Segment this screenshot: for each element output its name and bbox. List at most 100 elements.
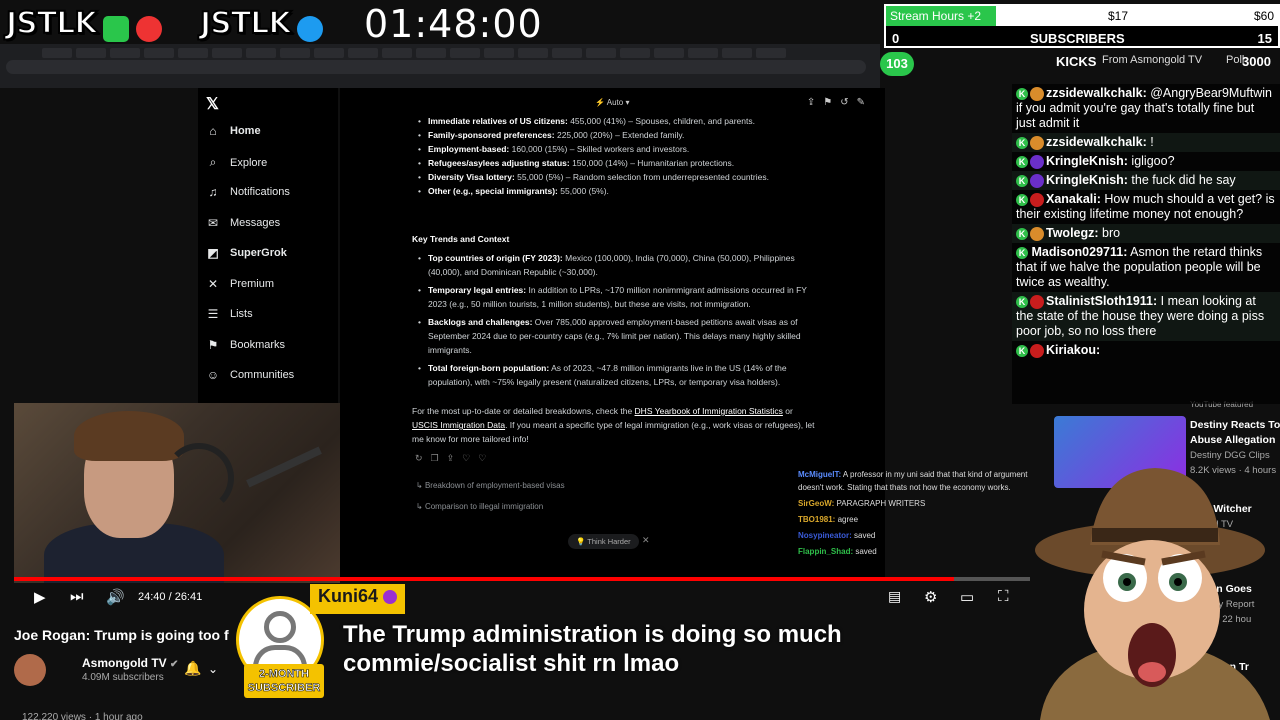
channel-avatar[interactable] xyxy=(14,654,46,686)
chat-text: ! xyxy=(1146,135,1154,149)
chat-username[interactable]: Xanakali: xyxy=(1046,192,1101,206)
embedded-chat-message: McMiguelT: A professor in my uni said th… xyxy=(798,470,1028,492)
grok-toolbar-icons[interactable]: ⇪⚑↺✎ xyxy=(807,97,873,108)
microphone-arm xyxy=(246,446,322,488)
video-title: Joe Rogan: Trump is going too f xyxy=(14,627,229,643)
volume-icon[interactable]: 🔊 xyxy=(106,588,125,606)
address-bar[interactable] xyxy=(6,60,866,74)
channel-name[interactable]: Asmongold TV ✔ xyxy=(82,656,178,670)
alert-username: Kuni64 xyxy=(310,584,406,614)
chat-message: K StalinistSloth1911: I mean looking at t… xyxy=(1012,292,1280,341)
next-button[interactable]: ⏭ xyxy=(70,588,84,605)
user-badge-icon xyxy=(1030,135,1044,150)
chat-message: K Twolegz: bro xyxy=(1012,224,1280,243)
stream-hours-bar: Stream Hours +2 xyxy=(886,6,996,26)
time-display: 24:40 / 26:41 xyxy=(138,591,203,603)
think-harder-button[interactable]: 💡 Think Harder xyxy=(568,534,639,549)
user-badge-icon xyxy=(1030,192,1044,207)
sidebar-item-supergrok[interactable]: ◩ SuperGrok xyxy=(206,246,287,260)
kick-icon: K xyxy=(1016,246,1028,259)
grok-icon: ◩ xyxy=(207,246,219,260)
search-icon: ⌕ xyxy=(209,155,217,169)
twitter-icon xyxy=(297,15,324,42)
alert-message: The Trump administration is doing so muc… xyxy=(343,621,842,677)
chat-username[interactable]: KringleKnish: xyxy=(1046,154,1128,168)
detective-mascot xyxy=(1035,468,1270,720)
kick-icon: K xyxy=(1016,193,1028,206)
chat-username[interactable]: Kiriakou: xyxy=(1046,343,1100,357)
list-item: Diversity Visa lottery: 55,000 (5%) – Ra… xyxy=(418,170,852,184)
chat-overlay: Kzzsidewalkchalk: @AngryBear9Muftwin if … xyxy=(1012,84,1280,404)
chat-username[interactable]: StalinistSloth1911: xyxy=(1046,294,1157,308)
dhs-link[interactable]: DHS Yearbook of Immigration Statistics xyxy=(635,406,783,416)
response-actions[interactable]: ↻❐⇪♡♡ xyxy=(415,453,494,464)
sidebar-item-explore[interactable]: ⌕ Explore xyxy=(206,155,268,170)
chat-username[interactable]: KringleKnish: xyxy=(1046,173,1128,187)
model-selector[interactable]: ⚡ Auto ▾ xyxy=(595,98,629,107)
jstlk-logo-left: JSTLK xyxy=(5,5,162,42)
theater-mode-icon[interactable]: ▭ xyxy=(960,588,974,606)
kick-icon: K xyxy=(1016,227,1028,240)
list-icon: ☰ xyxy=(207,307,219,321)
kick-icon: K xyxy=(1016,136,1028,149)
chat-username[interactable]: zzsidewalkchalk: xyxy=(1046,86,1147,100)
kick-icon: K xyxy=(1016,295,1028,308)
sidebar-item-notifications[interactable]: ♫ Notifications xyxy=(206,185,290,199)
list-item: Employment-based: 160,000 (15%) – Skille… xyxy=(418,142,852,156)
video-progress-bar[interactable] xyxy=(14,577,1030,581)
kicks-value: 3000 xyxy=(1242,54,1271,69)
headset xyxy=(164,443,234,513)
chat-message: K Madison029711: Asmon the retard thinks… xyxy=(1012,243,1280,292)
trends-list: Top countries of origin (FY 2023): Mexic… xyxy=(412,251,812,393)
chat-message: Kzzsidewalkchalk: @AngryBear9Muftwin if … xyxy=(1012,84,1280,133)
sidebar-item-communities[interactable]: ☺ Communities xyxy=(206,368,294,382)
home-icon: ⌂ xyxy=(209,124,217,138)
close-icon[interactable]: ✕ xyxy=(642,535,650,546)
fullscreen-icon[interactable]: ⛶ xyxy=(998,588,1009,605)
kicks-label: KICKS xyxy=(1056,54,1097,69)
chevron-down-icon[interactable]: ⌄ xyxy=(208,662,218,676)
mail-icon: ✉ xyxy=(207,216,219,230)
kick-icon: K xyxy=(1016,344,1028,357)
play-button[interactable]: ▶ xyxy=(34,588,46,606)
embedded-chat-message: SirGeoW: PARAGRAPH WRITERS xyxy=(798,499,926,508)
sidebar-item-messages[interactable]: ✉ Messages xyxy=(206,216,280,230)
user-badge-icon xyxy=(1030,86,1044,101)
user-badge-icon xyxy=(1030,173,1044,188)
settings-gear-icon[interactable]: ⚙ xyxy=(924,588,937,606)
sidebar-item-lists[interactable]: ☰ Lists xyxy=(206,307,253,321)
chat-username[interactable]: Madison029711: xyxy=(1031,245,1127,259)
view-count: 122,220 views · 1 hour ago xyxy=(22,712,143,720)
x-sidebar: 𝕏 ⌂ Home ⌕ Explore ♫ Notifications ✉ Message… xyxy=(198,88,338,403)
jstlk-logo-right: JSTLK xyxy=(199,5,324,42)
stream-timer: 01:48:00 xyxy=(364,2,543,46)
suggestion-1[interactable]: ↳ Breakdown of employment-based visas xyxy=(416,481,565,490)
uscis-link[interactable]: USCIS Immigration Data xyxy=(412,420,505,430)
immigration-category-list: Immediate relatives of US citizens: 455,… xyxy=(412,114,852,198)
verified-icon: ✔ xyxy=(170,659,179,670)
sidebar-item-bookmarks[interactable]: ⚑ Bookmarks xyxy=(206,338,285,352)
embedded-chat-message: Nosypineator: saved xyxy=(798,531,876,540)
kick-icon: K xyxy=(1016,155,1028,168)
progress-fill xyxy=(14,577,954,581)
notification-bell-icon[interactable]: 🔔 xyxy=(184,660,201,677)
list-item: Total foreign-born population: As of 202… xyxy=(418,361,812,389)
kick-icon: K xyxy=(1016,174,1028,187)
suggestion-2[interactable]: ↳ Comparison to illegal immigration xyxy=(416,502,543,511)
chat-username[interactable]: zzsidewalkchalk: xyxy=(1046,135,1147,149)
sidebar-item-premium[interactable]: ✕ Premium xyxy=(206,277,274,291)
browser-tab-strip xyxy=(0,44,880,88)
sidebar-item-home[interactable]: ⌂ Home xyxy=(206,124,260,138)
sub-badge-icon xyxy=(383,590,398,605)
communities-icon: ☺ xyxy=(206,368,220,382)
user-badge-icon xyxy=(1030,226,1044,241)
kick-icon: K xyxy=(1016,87,1028,100)
user-icon xyxy=(264,611,296,643)
embedded-chat-message: Flappin_Shad: saved xyxy=(798,547,877,556)
record-icon xyxy=(135,15,162,42)
stream-stats-box: $17 $60 Stream Hours +2 0 SUBSCRIBERS 15 xyxy=(884,4,1280,48)
x-logo-icon[interactable]: 𝕏 xyxy=(206,94,219,114)
chat-username[interactable]: Twolegz: xyxy=(1046,226,1099,240)
subtitles-icon[interactable]: ▤ xyxy=(888,588,901,605)
list-item: Temporary legal entries: In addition to … xyxy=(418,283,812,311)
